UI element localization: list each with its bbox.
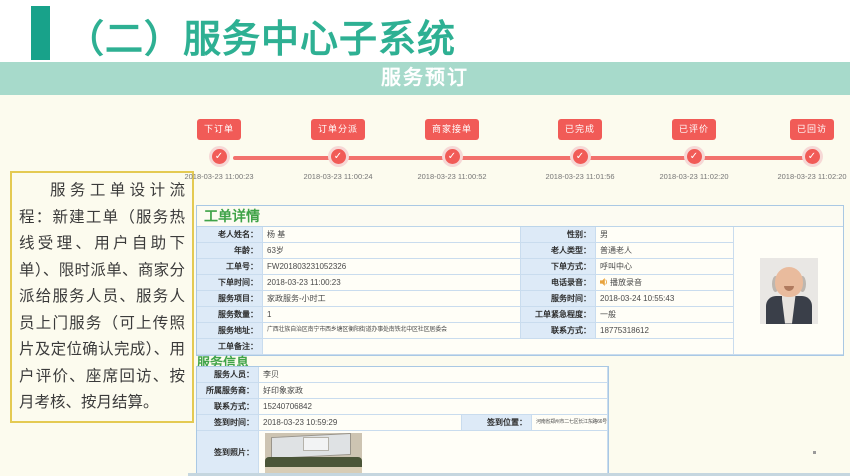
step-button-dispatch[interactable]: 订单分派 bbox=[311, 119, 365, 140]
process-note: 服务工单设计流程：新建工单（服务热线受理、用户自助下单）、限时派单、商家分派给服… bbox=[10, 171, 194, 423]
field-label: 签到位置： bbox=[462, 415, 532, 431]
field-label: 工单紧急程度： bbox=[521, 307, 596, 323]
field-label: 年龄： bbox=[197, 243, 263, 259]
signin-photo-cell bbox=[259, 431, 608, 476]
field-label: 联系方式： bbox=[521, 323, 596, 339]
check-icon bbox=[445, 149, 460, 164]
field-label: 老人姓名： bbox=[197, 227, 263, 243]
field-label: 服务地址： bbox=[197, 323, 263, 339]
elder-photo bbox=[760, 258, 818, 324]
field-value: 63岁 bbox=[263, 243, 521, 259]
field-label: 老人类型： bbox=[521, 243, 596, 259]
field-value: 18775318612 bbox=[596, 323, 734, 339]
check-icon bbox=[331, 149, 346, 164]
timeline-step-rated: 已评价 2018-03-23 11:02:20 bbox=[634, 119, 754, 181]
artifact-dot bbox=[813, 451, 816, 454]
step-timestamp: 2018-03-23 11:00:24 bbox=[278, 172, 398, 181]
recording-cell: 播放录音 bbox=[596, 275, 734, 291]
field-value: 2018-03-23 10:59:29 bbox=[259, 415, 462, 431]
field-label: 服务时间： bbox=[521, 291, 596, 307]
slide: （二）服务中心子系统 服务预订 服务工单设计流程：新建工单（服务热线受理、用户自… bbox=[0, 0, 850, 476]
field-value-address: 广西壮族自治区南宁市西乡塘区衡阳街道办事处南铁北中区社区居委会 bbox=[263, 323, 521, 339]
section-banner: 服务预订 bbox=[0, 62, 850, 95]
step-button-order[interactable]: 下订单 bbox=[197, 119, 241, 140]
field-label: 下单方式： bbox=[521, 259, 596, 275]
field-value: 一般 bbox=[596, 307, 734, 323]
check-icon bbox=[805, 149, 820, 164]
step-timestamp: 2018-03-23 11:02:20 bbox=[752, 172, 850, 181]
elder-photo-cell bbox=[734, 227, 843, 355]
signin-location-value: 河南省郑州市二七区长江东路66号院 bbox=[532, 415, 608, 431]
field-value-remark bbox=[263, 339, 734, 355]
field-value: 男 bbox=[596, 227, 734, 243]
field-value: FW201803231052326 bbox=[263, 259, 521, 275]
timeline-step-order: 下订单 2018-03-23 11:00:23 bbox=[159, 119, 279, 181]
speaker-icon bbox=[600, 276, 608, 284]
field-label: 服务数量： bbox=[197, 307, 263, 323]
check-icon bbox=[573, 149, 588, 164]
check-icon bbox=[212, 149, 227, 164]
field-label: 下单时间： bbox=[197, 275, 263, 291]
signin-photo bbox=[265, 433, 362, 475]
timeline-step-accept: 商家接单 2018-03-23 11:00:52 bbox=[392, 119, 512, 181]
field-label: 所属服务商： bbox=[197, 383, 259, 399]
field-value: 普通老人 bbox=[596, 243, 734, 259]
field-value: 1 bbox=[263, 307, 521, 323]
step-timestamp: 2018-03-23 11:00:52 bbox=[392, 172, 512, 181]
step-timestamp: 2018-03-23 11:01:56 bbox=[520, 172, 640, 181]
service-info-table: 服务人员： 李贝 所属服务商： 好印象家政 联系方式： 15240706842 … bbox=[196, 366, 609, 476]
check-icon bbox=[687, 149, 702, 164]
step-button-rated[interactable]: 已评价 bbox=[672, 119, 716, 140]
field-value: 2018-03-24 10:55:43 bbox=[596, 291, 734, 307]
field-value: 杨 基 bbox=[263, 227, 521, 243]
detail-table: 老人姓名： 杨 基 性别： 男 年龄： 63岁 老人类型： 普通老人 工单号： … bbox=[197, 227, 843, 355]
field-label: 签到时间： bbox=[197, 415, 259, 431]
title-accent-bar bbox=[31, 6, 50, 60]
field-label: 联系方式： bbox=[197, 399, 259, 415]
detail-panel-title: 工单详情 bbox=[197, 206, 843, 227]
field-label: 电话录音： bbox=[521, 275, 596, 291]
step-button-complete[interactable]: 已完成 bbox=[558, 119, 602, 140]
timeline-step-complete: 已完成 2018-03-23 11:01:56 bbox=[520, 119, 640, 181]
work-order-detail-panel: 工单详情 老人姓名： 杨 基 性别： 男 年龄： 63岁 老人类型： 普通老人 … bbox=[196, 205, 844, 356]
step-button-accept[interactable]: 商家接单 bbox=[425, 119, 479, 140]
field-label: 性别： bbox=[521, 227, 596, 243]
play-recording-link[interactable]: 播放录音 bbox=[610, 278, 642, 287]
field-label: 服务项目： bbox=[197, 291, 263, 307]
step-button-visited[interactable]: 已回访 bbox=[790, 119, 834, 140]
field-value: 15240706842 bbox=[259, 399, 608, 415]
step-timestamp: 2018-03-23 11:02:20 bbox=[634, 172, 754, 181]
step-timestamp: 2018-03-23 11:00:23 bbox=[159, 172, 279, 181]
field-label: 签到照片： bbox=[197, 431, 259, 476]
field-value: 呼叫中心 bbox=[596, 259, 734, 275]
timeline-step-visited: 已回访 2018-03-23 11:02:20 bbox=[752, 119, 850, 181]
field-value: 李贝 bbox=[259, 367, 608, 383]
field-label: 工单号： bbox=[197, 259, 263, 275]
field-label: 服务人员： bbox=[197, 367, 259, 383]
field-value: 2018-03-23 11:00:23 bbox=[263, 275, 521, 291]
field-value: 好印象家政 bbox=[259, 383, 608, 399]
timeline-step-dispatch: 订单分派 2018-03-23 11:00:24 bbox=[278, 119, 398, 181]
field-value: 家政服务-小时工 bbox=[263, 291, 521, 307]
page-title: （二）服务中心子系统 bbox=[66, 8, 456, 63]
